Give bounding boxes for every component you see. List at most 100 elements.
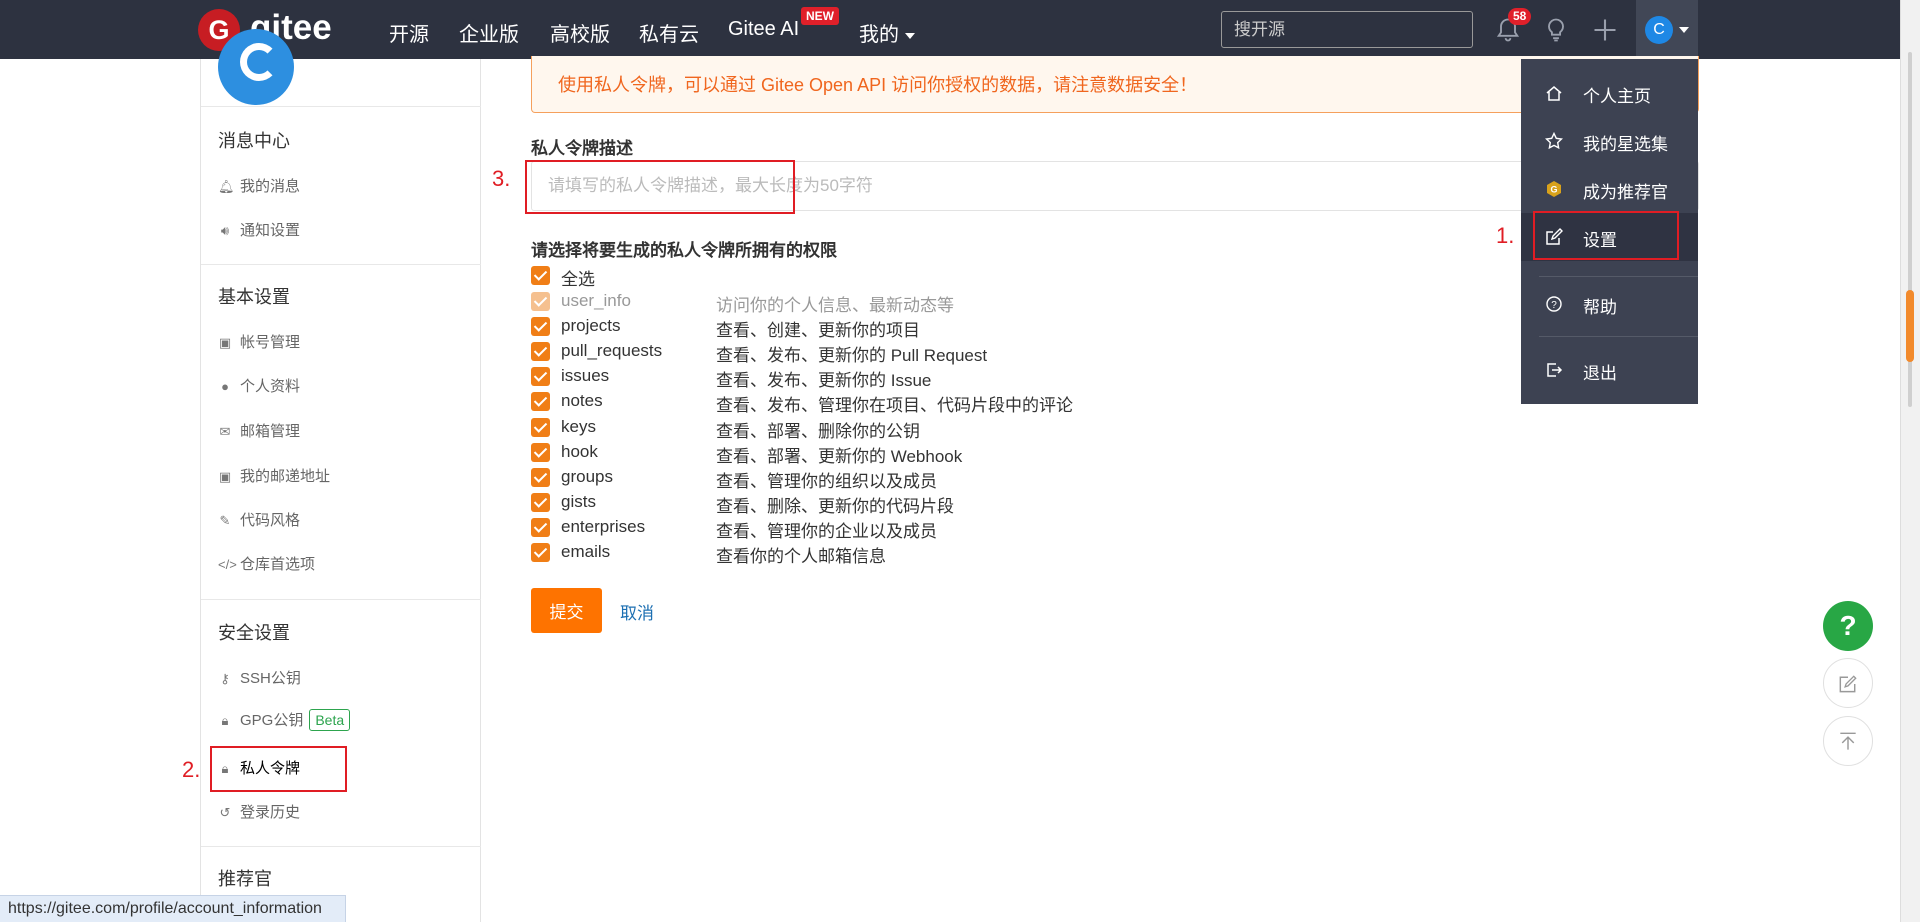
home-icon xyxy=(1546,86,1562,101)
sidebar-item-notification-settings[interactable]: 🔊︎ 通知设置 xyxy=(218,219,300,240)
permission-description: 查看你的个人邮箱信息 xyxy=(716,547,886,566)
sidebar-item-ssh-keys[interactable]: ⚷ SSH公钥 xyxy=(218,667,301,688)
permission-name: enterprises xyxy=(561,516,646,536)
annotation-number-1: 1. xyxy=(1496,223,1515,248)
divider xyxy=(201,106,481,107)
select-all-row[interactable]: 全选 xyxy=(531,265,1131,289)
sidebar-item-repo-preferences[interactable]: </> 仓库首选项 xyxy=(218,553,315,574)
profile-name-partial xyxy=(311,49,371,69)
permission-description: 查看、部署、更新你的 Webhook xyxy=(716,446,963,466)
permission-description: 查看、发布、更新你的 Issue xyxy=(716,371,932,391)
permission-checkbox[interactable] xyxy=(531,517,550,537)
brush-icon: ✎ xyxy=(219,513,231,528)
key-icon: ⚷ xyxy=(220,671,230,686)
permission-row-notes[interactable]: notes 查看、发布、管理你在项目、代码片段中的评论 xyxy=(531,391,1131,416)
permission-name: issues xyxy=(561,366,610,386)
permission-description: 查看、发布、管理你在项目、代码片段中的评论 xyxy=(716,396,1073,416)
permission-name: groups xyxy=(561,466,613,486)
sidebar-item-profile[interactable]: ● 个人资料 xyxy=(218,375,300,396)
permission-checkbox[interactable] xyxy=(531,367,550,387)
permission-row-projects[interactable]: projects 查看、创建、更新你的项目 xyxy=(531,316,1131,341)
plus-icon[interactable] xyxy=(1591,16,1619,44)
nav-link-mine[interactable]: 我的 xyxy=(859,18,915,47)
nav-link-enterprise[interactable]: 企业版 xyxy=(459,18,519,47)
sidebar-item-postal-address[interactable]: ▣ 我的邮递地址 xyxy=(218,465,330,486)
menu-item-help[interactable]: ? 帮助 xyxy=(1521,280,1698,328)
recommender-badge-icon: G xyxy=(1547,181,1561,197)
menu-item-starred[interactable]: 我的星选集 xyxy=(1521,117,1698,165)
menu-item-label: 个人主页 xyxy=(1583,87,1651,106)
cancel-link[interactable]: 取消 xyxy=(620,599,654,624)
permission-row-enterprises[interactable]: enterprises 查看、管理你的企业以及成员 xyxy=(531,516,1131,541)
permission-row-pull-requests[interactable]: pull_requests 查看、发布、更新你的 Pull Request xyxy=(531,341,1131,365)
nav-link-private-cloud[interactable]: 私有云 xyxy=(639,18,699,47)
nav-link-gitee-ai[interactable]: Gitee AI xyxy=(728,18,799,41)
new-badge: NEW xyxy=(801,7,839,25)
sidebar-item-label: 通知设置 xyxy=(240,222,301,239)
id-card-icon: ▣ xyxy=(218,335,232,350)
menu-item-logout[interactable]: 退出 xyxy=(1521,346,1698,394)
permission-description: 访问你的个人信息、最新动态等 xyxy=(716,296,954,315)
sidebar-section-title: 消息中心 xyxy=(218,131,290,151)
search-input[interactable] xyxy=(1221,11,1473,48)
sidebar-item-label: 我的消息 xyxy=(240,178,301,195)
select-all-checkbox[interactable] xyxy=(531,266,550,285)
lightbulb-icon[interactable] xyxy=(1542,16,1570,44)
permission-checkbox[interactable] xyxy=(531,342,550,362)
history-icon: ↺ xyxy=(219,805,231,820)
submit-button[interactable]: 提交 xyxy=(531,588,602,633)
help-button[interactable]: ? xyxy=(1823,601,1873,651)
address-card-icon: ▣ xyxy=(218,469,232,484)
divider xyxy=(201,264,481,265)
nav-link-education[interactable]: 高校版 xyxy=(550,18,610,47)
sidebar-item-code-style[interactable]: ✎ 代码风格 xyxy=(218,509,300,530)
back-to-top-button[interactable] xyxy=(1823,716,1873,766)
sidebar-item-login-history[interactable]: ↺ 登录历史 xyxy=(218,801,300,822)
permission-description: 查看、创建、更新你的项目 xyxy=(716,321,920,341)
sidebar-item-my-messages[interactable]: 🔔︎ 我的消息 xyxy=(218,175,300,196)
permission-checkbox[interactable] xyxy=(531,492,550,512)
permission-row-gists[interactable]: gists 查看、删除、更新你的代码片段 xyxy=(531,491,1131,516)
permission-row-issues[interactable]: issues 查看、发布、更新你的 Issue xyxy=(531,366,1131,391)
divider xyxy=(1539,336,1698,337)
feedback-button[interactable] xyxy=(1823,658,1873,708)
permission-row-keys[interactable]: keys 查看、部署、删除你的公钥 xyxy=(531,417,1131,441)
permission-checkbox[interactable] xyxy=(531,467,550,487)
permission-checkbox[interactable] xyxy=(531,417,550,437)
profile-avatar[interactable] xyxy=(218,29,294,105)
permission-checkbox[interactable] xyxy=(531,442,550,462)
permission-row-hook[interactable]: hook 查看、部署、更新你的 Webhook xyxy=(531,442,1131,466)
permission-name: emails xyxy=(561,542,611,561)
sidebar-item-label: GPG公钥 xyxy=(240,712,304,729)
user-menu-toggle[interactable]: C xyxy=(1636,0,1698,59)
desc-label: 私人令牌描述 xyxy=(531,139,633,158)
permission-description: 查看、部署、删除你的公钥 xyxy=(716,421,920,441)
divider xyxy=(201,846,481,847)
permission-description: 查看、管理你的企业以及成员 xyxy=(716,521,937,541)
permission-checkbox[interactable] xyxy=(531,543,550,562)
sidebar-item-gpg-keys[interactable]: 🔒︎ GPG公钥 Beta xyxy=(218,709,351,731)
permission-name: pull_requests xyxy=(561,341,663,361)
page-scrollbar[interactable] xyxy=(1900,0,1920,922)
sidebar-section-title: 安全设置 xyxy=(218,623,290,643)
permission-row-emails[interactable]: emails 查看你的个人邮箱信息 xyxy=(531,542,1131,566)
nav-link-open-source[interactable]: 开源 xyxy=(389,18,429,47)
chevron-down-icon xyxy=(905,32,915,39)
permission-checkbox[interactable] xyxy=(531,392,550,412)
sidebar-item-label: 个人资料 xyxy=(240,378,301,395)
sidebar-item-label: 邮箱管理 xyxy=(240,423,301,440)
menu-item-recommender[interactable]: G 成为推荐官 xyxy=(1521,165,1698,213)
permission-description: 查看、管理你的组织以及成员 xyxy=(716,471,937,491)
permission-name: gists xyxy=(561,491,596,511)
permission-row-groups[interactable]: groups 查看、管理你的组织以及成员 xyxy=(531,466,1131,491)
scrollbar-thumb[interactable] xyxy=(1906,290,1914,362)
permission-checkbox[interactable] xyxy=(531,317,550,337)
menu-item-homepage[interactable]: 个人主页 xyxy=(1521,69,1698,117)
permission-row-user-info[interactable]: user_info 访问你的个人信息、最新动态等 xyxy=(531,291,1131,315)
settings-sidebar: 消息中心 🔔︎ 我的消息 🔊︎ 通知设置 基本设置 ▣ 帐号管理 ● 个人资料 ✉ 邮箱管… xyxy=(200,29,481,922)
sidebar-item-account[interactable]: ▣ 帐号管理 xyxy=(218,331,300,352)
sidebar-item-email[interactable]: ✉ 邮箱管理 xyxy=(218,420,300,441)
code-icon: </> xyxy=(218,557,237,572)
avatar[interactable]: C xyxy=(1645,16,1673,44)
sidebar-item-label: 仓库首选项 xyxy=(240,556,316,573)
